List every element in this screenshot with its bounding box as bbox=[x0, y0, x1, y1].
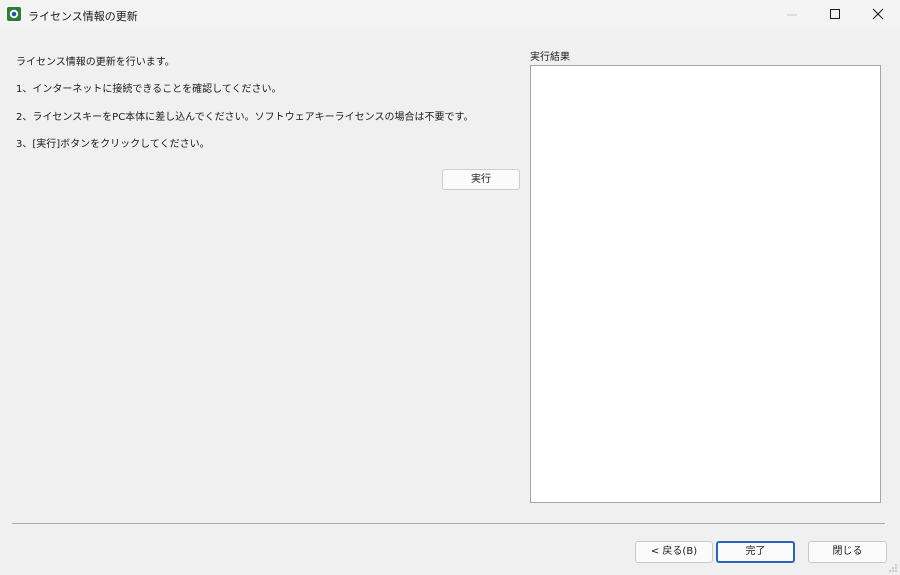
step-3-text: 3、[実行]ボタンをクリックしてください。 bbox=[16, 139, 210, 150]
maximize-icon bbox=[830, 9, 840, 19]
execute-button[interactable]: 実行 bbox=[442, 169, 520, 190]
close-icon bbox=[872, 8, 884, 20]
result-textarea[interactable] bbox=[530, 65, 881, 503]
close-button[interactable]: 閉じる bbox=[808, 541, 887, 563]
window-title: ライセンス情報の更新 bbox=[28, 10, 138, 23]
finish-button[interactable]: 完了 bbox=[716, 541, 795, 563]
back-button[interactable]: < 戻る(B) bbox=[635, 541, 713, 563]
result-label: 実行結果 bbox=[530, 52, 570, 63]
maximize-button[interactable] bbox=[813, 0, 857, 30]
minimize-icon bbox=[787, 14, 797, 16]
minimize-button[interactable] bbox=[770, 0, 814, 30]
close-window-button[interactable] bbox=[856, 0, 900, 30]
title-bar: ライセンス情報の更新 bbox=[0, 0, 900, 30]
step-2-text: 2、ライセンスキーをPC本体に差し込んでください。ソフトウェアキーライセンスの場… bbox=[16, 112, 474, 123]
resize-grip-icon[interactable] bbox=[886, 561, 898, 573]
footer-separator bbox=[12, 523, 885, 524]
app-logo-icon bbox=[7, 7, 21, 21]
intro-text: ライセンス情報の更新を行います。 bbox=[16, 57, 175, 68]
step-1-text: 1、インターネットに接続できることを確認してください。 bbox=[16, 84, 282, 95]
